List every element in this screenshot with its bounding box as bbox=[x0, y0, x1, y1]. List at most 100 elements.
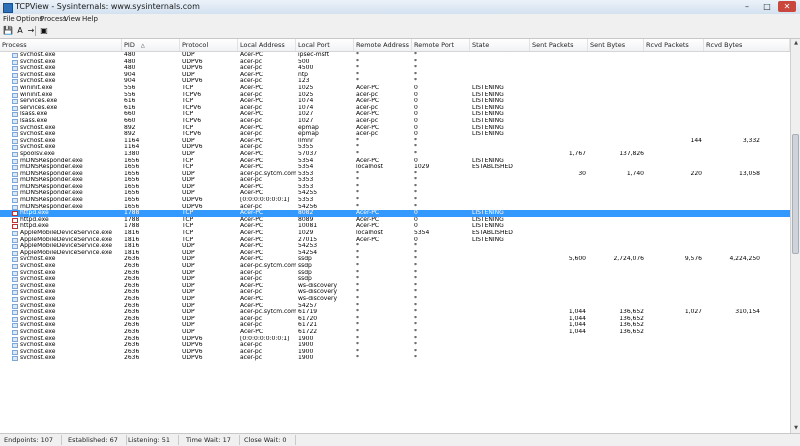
table-row[interactable]: svchost.exe 2636 UDP Acer-PC ssdp * * 5,600 2,72… bbox=[0, 256, 790, 263]
table-row[interactable]: svchost.exe 2636 UDP Acer-PC ws-discovery * * bbox=[0, 296, 790, 303]
table-row[interactable]: svchost.exe 2636 UDP acer-pc ssdp * * bbox=[0, 270, 790, 277]
table-row[interactable]: svchost.exe 2636 UDPV6 acer-pc 1900 * * bbox=[0, 342, 790, 349]
menu-view[interactable]: View bbox=[64, 15, 81, 23]
table-row[interactable]: AppleMobileDeviceService.exe 1816 UDP Acer-… bbox=[0, 243, 790, 250]
table-row[interactable]: svchost.exe 904 UDP Acer-PC ntp * * bbox=[0, 72, 790, 79]
properties-icon[interactable]: ▣ bbox=[39, 26, 49, 36]
col-header-protocol[interactable]: Protocol bbox=[180, 39, 238, 51]
col-header-state[interactable]: State bbox=[470, 39, 530, 51]
process-icon bbox=[12, 250, 18, 256]
table-row[interactable]: lsass.exe 660 TCPV6 acer-pc 1027 acer-pc 0 LIST… bbox=[0, 118, 790, 125]
process-icon bbox=[12, 211, 18, 217]
process-icon bbox=[12, 145, 18, 151]
table-row[interactable]: mDNSResponder.exe 1656 UDPV6 [0:0:0:0:0:0:0… bbox=[0, 197, 790, 204]
process-icon bbox=[12, 132, 18, 138]
table-row[interactable]: spoolsv.exe 1380 UDP Acer-PC 57037 * * 1,767 137… bbox=[0, 151, 790, 158]
table-row[interactable]: svchost.exe 480 UDPV6 acer-pc 500 * * bbox=[0, 59, 790, 66]
process-icon bbox=[12, 165, 18, 171]
menu-options[interactable]: Options bbox=[16, 15, 43, 23]
connections-table[interactable]: svchost.exe 480 UDP Acer-PC ipsec-msft * * svch… bbox=[0, 52, 790, 433]
maximize-button[interactable]: □ bbox=[758, 1, 776, 12]
process-icon bbox=[12, 118, 18, 124]
table-row[interactable]: svchost.exe 892 TCP Acer-PC epmap Acer-PC 0 LIS… bbox=[0, 125, 790, 132]
process-icon bbox=[12, 99, 18, 105]
status-endpoints: Endpoints: 107 bbox=[4, 435, 62, 445]
col-header-local-address[interactable]: Local Address bbox=[238, 39, 296, 51]
table-row[interactable]: svchost.exe 2636 UDP acer-pc 61721 * * 1,044 136… bbox=[0, 322, 790, 329]
table-row[interactable]: svchost.exe 2636 UDP Acer-PC 54257 * * bbox=[0, 303, 790, 310]
table-row[interactable]: svchost.exe 480 UDPV6 acer-pc 4500 * * bbox=[0, 65, 790, 72]
table-row[interactable]: httpd.exe 1788 TCP Acer-PC 8082 Acer-PC 0 LISTE… bbox=[0, 210, 790, 217]
scroll-down-icon[interactable]: ▼ bbox=[791, 424, 800, 433]
col-header-remote-address[interactable]: Remote Address bbox=[354, 39, 412, 51]
process-icon bbox=[12, 171, 18, 177]
table-row[interactable]: mDNSResponder.exe 1656 TCP Acer-PC 5354 local… bbox=[0, 164, 790, 171]
save-icon[interactable]: 💾 bbox=[3, 26, 13, 36]
col-header-sent-packets[interactable]: Sent Packets bbox=[530, 39, 588, 51]
col-header-local-port[interactable]: Local Port bbox=[296, 39, 354, 51]
table-row[interactable]: wininit.exe 556 TCPV6 acer-pc 1025 acer-pc 0 LI… bbox=[0, 92, 790, 99]
table-row[interactable]: AppleMobileDeviceService.exe 1816 UDP Acer-… bbox=[0, 250, 790, 257]
table-row[interactable]: svchost.exe 2636 UDPV6 acer-pc 1900 * * bbox=[0, 355, 790, 362]
process-icon bbox=[12, 72, 18, 78]
table-row[interactable]: svchost.exe 2636 UDP Acer-PC 61722 * * 1,044 136… bbox=[0, 329, 790, 336]
table-row[interactable]: svchost.exe 2636 UDP acer-pc.sytcm.com 61719… bbox=[0, 309, 790, 316]
table-row[interactable]: svchost.exe 2636 UDP acer-pc.sytcm.com ssdp *… bbox=[0, 263, 790, 270]
table-row[interactable]: mDNSResponder.exe 1656 UDP Acer-PC 5353 * * bbox=[0, 184, 790, 191]
process-icon bbox=[12, 105, 18, 111]
column-header: Process PID △ Protocol Local Address Loca… bbox=[0, 39, 790, 52]
cell-remote-port: * bbox=[414, 355, 417, 362]
table-row[interactable]: lsass.exe 660 TCP Acer-PC 1027 Acer-PC 0 LISTEN… bbox=[0, 111, 790, 118]
table-row[interactable]: AppleMobileDeviceService.exe 1816 TCP Acer-… bbox=[0, 230, 790, 237]
table-row[interactable]: svchost.exe 2636 UDP acer-pc ssdp * * bbox=[0, 276, 790, 283]
table-row[interactable]: AppleMobileDeviceService.exe 1816 TCP Acer-… bbox=[0, 237, 790, 244]
col-header-sent-bytes[interactable]: Sent Bytes bbox=[588, 39, 644, 51]
scroll-up-icon[interactable]: ▲ bbox=[791, 39, 800, 48]
process-icon bbox=[12, 204, 18, 210]
table-row[interactable]: mDNSResponder.exe 1656 UDP Acer-PC 54255 * * bbox=[0, 190, 790, 197]
table-row[interactable]: svchost.exe 2636 UDP Acer-PC ws-discovery * * bbox=[0, 283, 790, 290]
table-row[interactable]: services.exe 616 TCPV6 acer-pc 1074 acer-pc 0 L… bbox=[0, 105, 790, 112]
table-row[interactable]: svchost.exe 1164 UDP Acer-PC llmnr * * 144 3,332 bbox=[0, 138, 790, 145]
col-header-remote-port[interactable]: Remote Port bbox=[412, 39, 470, 51]
table-row[interactable]: mDNSResponder.exe 1656 TCP Acer-PC 5354 Acer-… bbox=[0, 158, 790, 165]
table-row[interactable]: mDNSResponder.exe 1656 UDPV6 acer-pc 54256 * * bbox=[0, 204, 790, 211]
table-row[interactable]: wininit.exe 556 TCP Acer-PC 1025 Acer-PC 0 LIST… bbox=[0, 85, 790, 92]
close-button[interactable]: ✕ bbox=[778, 1, 796, 12]
menu-process[interactable]: Process bbox=[40, 15, 67, 23]
table-row[interactable]: svchost.exe 2636 UDPV6 acer-pc 1900 * * bbox=[0, 349, 790, 356]
process-icon bbox=[12, 224, 18, 230]
table-row[interactable]: httpd.exe 1788 TCP Acer-PC 8089 Acer-PC 0 LISTE… bbox=[0, 217, 790, 224]
cell-sent-packets bbox=[530, 355, 586, 362]
table-row[interactable]: svchost.exe 1164 UDPV6 acer-pc 5355 * * bbox=[0, 144, 790, 151]
table-row[interactable]: services.exe 616 TCP Acer-PC 1074 Acer-PC 0 LIS… bbox=[0, 98, 790, 105]
table-row[interactable]: svchost.exe 2636 UDPV6 [0:0:0:0:0:0:0:1] 190… bbox=[0, 336, 790, 343]
process-icon bbox=[12, 264, 18, 269]
minimize-button[interactable]: – bbox=[738, 1, 756, 12]
col-header-rcvd-bytes[interactable]: Rcvd Bytes bbox=[704, 39, 790, 51]
table-row[interactable]: mDNSResponder.exe 1656 UDP acer-pc 5353 * * bbox=[0, 177, 790, 184]
process-icon bbox=[12, 296, 18, 302]
process-icon bbox=[12, 310, 18, 316]
vertical-scrollbar[interactable]: ▲ ▼ bbox=[790, 39, 800, 433]
process-icon bbox=[12, 151, 18, 157]
table-row[interactable]: svchost.exe 892 TCPV6 acer-pc epmap acer-pc 0 L… bbox=[0, 131, 790, 138]
scroll-thumb[interactable] bbox=[792, 134, 799, 254]
col-header-process[interactable]: Process bbox=[0, 39, 122, 51]
table-row[interactable]: svchost.exe 480 UDP Acer-PC ipsec-msft * * bbox=[0, 52, 790, 59]
table-row[interactable]: svchost.exe 2636 UDP acer-pc ws-discovery * * bbox=[0, 289, 790, 296]
table-row[interactable]: httpd.exe 1788 TCP Acer-PC 10081 Acer-PC 0 LIST… bbox=[0, 223, 790, 230]
col-header-pid[interactable]: PID △ bbox=[122, 39, 180, 51]
col-header-rcvd-packets[interactable]: Rcvd Packets bbox=[644, 39, 704, 51]
status-bar: Endpoints: 107 Established: 67 Listening… bbox=[0, 433, 800, 446]
menu-help[interactable]: Help bbox=[82, 15, 98, 23]
process-icon bbox=[12, 112, 18, 118]
title-bar: TCPView - Sysinternals: www.sysinternals… bbox=[0, 0, 800, 15]
table-row[interactable]: mDNSResponder.exe 1656 UDP acer-pc.sytcm.co… bbox=[0, 171, 790, 178]
window-controls: – □ ✕ bbox=[738, 1, 796, 12]
menu-file[interactable]: File bbox=[3, 15, 15, 23]
table-row[interactable]: svchost.exe 904 UDPV6 acer-pc 123 * * bbox=[0, 78, 790, 85]
resolve-addresses-icon[interactable]: A bbox=[15, 26, 25, 36]
table-row[interactable]: svchost.exe 2636 UDP acer-pc 61720 * * 1,044 136… bbox=[0, 316, 790, 323]
cell-rcvd-packets bbox=[644, 355, 702, 362]
